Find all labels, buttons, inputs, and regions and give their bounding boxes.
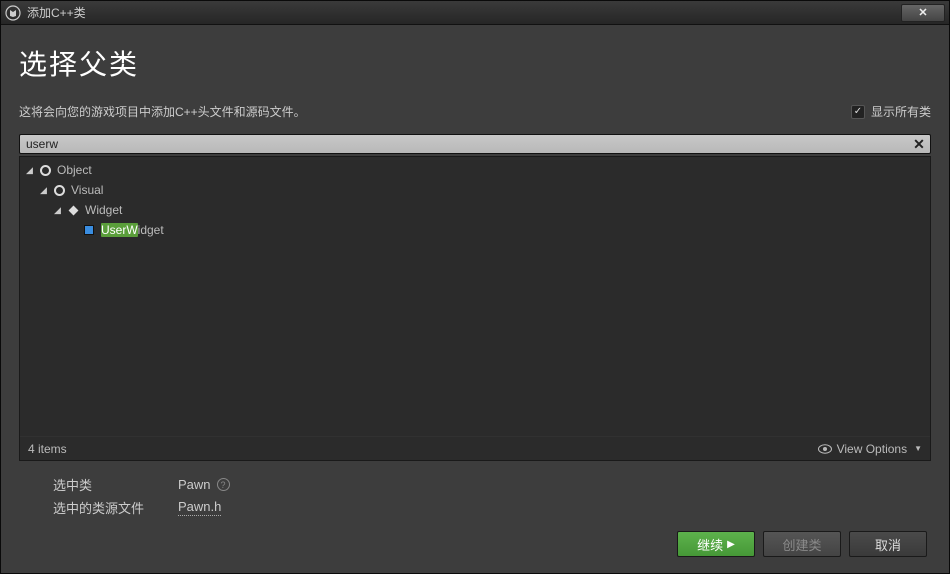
chevron-down-icon[interactable]: ◢ bbox=[54, 205, 64, 216]
selected-class-label: 选中类 bbox=[53, 475, 178, 494]
close-icon: ✕ bbox=[913, 136, 925, 153]
show-all-classes-toggle[interactable]: ✓ 显示所有类 bbox=[851, 103, 931, 120]
tree-label: Object bbox=[57, 163, 92, 177]
unreal-logo-icon bbox=[5, 5, 21, 21]
tree-label: Widget bbox=[85, 203, 122, 217]
class-tree[interactable]: ◢ Object ◢ Visual ◢ Widget UserWidget bbox=[20, 157, 930, 436]
object-icon bbox=[38, 163, 52, 177]
close-button[interactable]: ✕ bbox=[901, 4, 945, 22]
userwidget-icon bbox=[82, 223, 96, 237]
cancel-label: 取消 bbox=[875, 535, 901, 554]
chevron-down-icon[interactable]: ◢ bbox=[40, 185, 50, 196]
selected-source-label: 选中的类源文件 bbox=[53, 498, 178, 517]
tree-row[interactable]: ◢ Object bbox=[20, 160, 930, 180]
create-label: 创建类 bbox=[782, 535, 821, 554]
continue-label: 继续 bbox=[697, 535, 723, 554]
clear-search-button[interactable]: ✕ bbox=[911, 136, 927, 152]
chevron-down-icon[interactable]: ◢ bbox=[26, 165, 36, 176]
item-count-label: 4 items bbox=[28, 442, 67, 456]
search-input[interactable] bbox=[19, 134, 931, 154]
window-title: 添加C++类 bbox=[27, 4, 86, 21]
view-options-label: View Options bbox=[837, 442, 907, 456]
tree-label: Visual bbox=[71, 183, 103, 197]
titlebar: 添加C++类 ✕ bbox=[1, 1, 949, 25]
object-icon bbox=[52, 183, 66, 197]
eye-icon bbox=[818, 444, 832, 454]
cancel-button[interactable]: 取消 bbox=[849, 531, 927, 557]
chevron-down-icon: ▼ bbox=[914, 444, 922, 453]
checkbox-icon: ✓ bbox=[851, 105, 865, 119]
widget-icon bbox=[66, 203, 80, 217]
chevron-right-icon: ▶ bbox=[727, 539, 735, 550]
create-class-button: 创建类 bbox=[763, 531, 841, 557]
show-all-label: 显示所有类 bbox=[871, 103, 931, 120]
selected-class-value: Pawn bbox=[178, 477, 211, 492]
help-icon[interactable]: ? bbox=[217, 478, 230, 491]
close-icon: ✕ bbox=[918, 6, 927, 19]
tree-label: UserWidget bbox=[101, 223, 164, 237]
selected-source-link[interactable]: Pawn.h bbox=[178, 499, 221, 516]
tree-row[interactable]: ◢ Widget bbox=[20, 200, 930, 220]
view-options-button[interactable]: View Options ▼ bbox=[818, 442, 922, 456]
continue-button[interactable]: 继续 ▶ bbox=[677, 531, 755, 557]
page-title: 选择父类 bbox=[19, 43, 931, 83]
page-description: 这将会向您的游戏项目中添加C++头文件和源码文件。 bbox=[19, 103, 306, 120]
tree-row-selected[interactable]: UserWidget bbox=[20, 220, 930, 240]
tree-row[interactable]: ◢ Visual bbox=[20, 180, 930, 200]
